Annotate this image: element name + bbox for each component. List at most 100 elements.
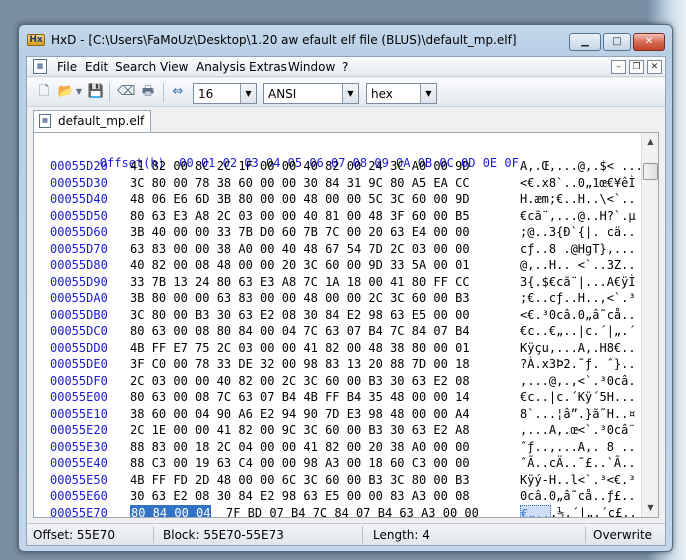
menu-search[interactable]: Search [115,60,156,74]
hex-row[interactable]: 00055E10 38 60 00 04 90 A6 E2 94 90 7D E3… [42,406,642,423]
open-folder-icon[interactable]: 📂 [57,83,75,101]
hex-row[interactable]: 00055E60 30 63 E2 08 30 84 E2 98 63 E5 00… [42,488,642,505]
row-ascii[interactable]: €c..|c.´Kÿ´5H... [520,389,636,405]
row-hex-bytes[interactable]: 3F C0 00 78 33 DE 32 00 98 83 13 20 88 7… [130,356,470,372]
row-ascii[interactable]: 3{.$€cã¨|...A€ÿÌ [520,274,636,290]
hex-row[interactable]: 00055D30 3C 80 00 78 38 60 00 00 30 84 31… [42,175,642,192]
save-icon[interactable]: 💾 [87,83,105,101]
row-hex-bytes[interactable]: 3B 40 00 00 33 7B D0 60 7B 7C 00 20 63 E… [130,224,470,240]
menu-help[interactable]: ? [342,60,348,74]
row-hex-bytes[interactable]: 38 60 00 04 90 A6 E2 94 90 7D E3 98 48 0… [130,406,470,422]
hex-row[interactable]: 00055DD0 4B FF E7 75 2C 03 00 00 41 82 00… [42,340,642,357]
row-ascii[interactable]: €cã¨,...@..H?`.µ [520,208,636,224]
close-button[interactable]: ✕ [633,33,665,51]
hex-row[interactable]: 00055E30 88 83 00 18 2C 04 00 00 41 82 00… [42,439,642,456]
chevron-down-icon[interactable]: ▼ [420,84,436,103]
row-hex-bytes[interactable]: 63 83 00 00 38 A0 00 40 48 67 54 7D 2C 0… [130,241,470,257]
bytes-per-row-combo[interactable]: 16 ▼ [193,83,257,104]
hex-row[interactable]: 00055E20 2C 1E 00 00 41 82 00 9C 3C 60 00… [42,422,642,439]
minimize-button[interactable]: ▁ [569,33,601,51]
charset-combo[interactable]: ANSI ▼ [263,83,359,104]
row-hex-bytes[interactable]: 33 7B 13 24 80 63 E3 A8 7C 1A 18 00 41 8… [130,274,470,290]
menu-analysis[interactable]: Analysis [196,60,245,74]
row-hex-bytes[interactable]: 88 C3 00 19 63 C4 00 00 98 A3 00 18 60 C… [130,455,470,471]
row-hex-bytes[interactable]: 2C 1E 00 00 41 82 00 9C 3C 60 00 B3 30 6… [130,422,470,438]
row-ascii[interactable]: Kÿçu,...A‚.H8€.. [520,340,636,356]
row-hex-bytes[interactable]: 3B 80 00 00 63 83 00 00 48 00 00 2C 3C 6… [130,290,470,306]
row-hex-bytes[interactable]: 30 63 E2 08 30 84 E2 98 63 E5 00 00 83 A… [130,488,470,504]
row-hex-bytes[interactable]: 41 82 00 8C 2C 1F 00 00 40 82 00 24 3C A… [130,158,470,174]
row-hex-bytes[interactable]: 80 63 00 08 80 84 00 04 7C 63 07 B4 7C 8… [130,323,470,339]
row-hex-bytes[interactable]: 88 83 00 18 2C 04 00 00 41 82 00 20 38 A… [130,439,470,455]
row-ascii[interactable]: ˆÃ..cÄ..˜£..`Ã.. [520,455,636,471]
row-ascii[interactable]: <€.³0câ.0„â˜cå.. [520,307,636,323]
hex-row[interactable]: 00055D50 80 63 E3 A8 2C 03 00 00 40 81 00… [42,208,642,225]
erase-icon[interactable]: ⌫ [117,83,135,101]
row-ascii[interactable]: €c..€„..|c.´|„.´ [520,323,636,339]
scroll-down-icon[interactable]: ▼ [643,500,658,516]
mdi-close-icon[interactable]: ✕ [647,60,662,74]
row-hex-bytes[interactable]: 2C 03 00 00 40 82 00 2C 3C 60 00 B3 30 6… [130,373,470,389]
row-ascii[interactable]: .½.´|„.´c£.. [550,505,637,518]
hex-row[interactable]: 00055D40 48 06 E6 6D 3B 80 00 00 48 00 00… [42,191,642,208]
vertical-scrollbar[interactable]: ▲ ▼ [641,133,658,517]
row-ascii[interactable]: 8`...¦â”.}ã˜H..¤ [520,406,636,422]
hex-row[interactable]: 00055D90 33 7B 13 24 80 63 E3 A8 7C 1A 18… [42,274,642,291]
hex-row[interactable]: 00055D20 41 82 00 8C 2C 1F 00 00 40 82 00… [42,158,643,175]
hex-row[interactable]: 00055D80 40 82 00 08 48 00 00 20 3C 60 00… [42,257,642,274]
row-hex-bytes[interactable]: 48 06 E6 6D 3B 80 00 00 48 00 00 5C 3C 6… [130,191,470,207]
chevron-down-icon[interactable]: ▼ [342,84,358,103]
row-hex-bytes[interactable]: 7F BD 07 B4 7C 84 07 B4 63 A3 00 00 [226,505,479,518]
row-ascii[interactable]: ;@..3{Ð`{|. cä.. [520,224,636,240]
menu-file[interactable]: File [57,60,77,74]
hex-row[interactable]: 00055DA0 3B 80 00 00 63 83 00 00 48 00 00… [42,290,642,307]
menu-window[interactable]: Window [288,60,335,74]
chevron-down-icon[interactable]: ▼ [240,84,256,103]
row-ascii[interactable]: cƒ..8 .@HgT},... [520,241,636,257]
row-ascii[interactable]: 0câ.0„â˜cå..ƒ£.. [520,488,636,504]
row-ascii[interactable]: ;€..cƒ..H..,<`.³ [520,290,636,306]
print-icon[interactable]: 🖶 [139,83,157,101]
selected-ascii-chars[interactable]: €„.. [520,504,551,517]
hex-row[interactable]: 00055DB0 3C 80 00 B3 30 63 E2 08 30 84 E2… [42,307,642,324]
hex-editor-view[interactable]: Offset(h) 00 01 02 03 04 05 06 07 08 09 … [33,132,659,518]
hex-row[interactable]: 00055D70 63 83 00 00 38 A0 00 40 48 67 54… [42,241,642,258]
row-ascii[interactable]: ˆƒ..,...A‚. 8 .. [520,439,636,455]
open-dropdown-icon[interactable]: ▼ [74,83,84,101]
scrollbar-thumb[interactable] [643,163,658,180]
maximize-button[interactable]: □ [603,33,631,51]
hex-row[interactable]: 00055E50 4B FF FD 2D 48 00 00 6C 3C 60 00… [42,472,642,489]
hex-row[interactable]: 00055E40 88 C3 00 19 63 C4 00 00 98 A3 00… [42,455,642,472]
row-hex-bytes[interactable]: 4B FF E7 75 2C 03 00 00 41 82 00 48 38 8… [130,340,470,356]
row-hex-bytes[interactable]: 80 63 E3 A8 2C 03 00 00 40 81 00 48 3F 6… [130,208,470,224]
row-ascii[interactable]: ?À.x3Þ2.˜ƒ. ˆ}.. [520,356,636,372]
new-file-icon[interactable]: 🗋 [35,83,53,101]
row-ascii[interactable]: H.æm;€..H..\<`.. [520,191,636,207]
row-hex-bytes[interactable]: 40 82 00 08 48 00 00 20 3C 60 00 9D 33 5… [130,257,470,273]
row-ascii[interactable]: <€.x8`..0„1œ€¥êÌ [520,175,636,191]
hex-row[interactable]: 00055DF0 2C 03 00 00 40 82 00 2C 3C 60 00… [42,373,642,390]
hex-row[interactable]: 00055DC0 80 63 00 08 80 84 00 04 7C 63 07… [42,323,642,340]
row-ascii[interactable]: Kÿý-H..l<`.³<€.³ [520,472,636,488]
selected-hex-bytes[interactable]: 80 84 00 04 [130,504,212,517]
offset-base-combo[interactable]: hex ▼ [366,83,437,104]
hex-row[interactable]: 00055D60 3B 40 00 00 33 7B D0 60 7B 7C 00… [42,224,642,241]
scroll-up-icon[interactable]: ▲ [643,134,658,150]
row-hex-bytes[interactable]: 4B FF FD 2D 48 00 00 6C 3C 60 00 B3 3C 8… [130,472,470,488]
row-hex-bytes[interactable]: 3C 80 00 B3 30 63 E2 08 30 84 E2 98 63 E… [130,307,470,323]
document-icon[interactable]: ▦ [33,59,47,74]
row-ascii[interactable]: ,...@,.,<`.³0câ. [520,373,636,389]
tab-default-mp-elf[interactable]: ▦ default_mp.elf [33,110,151,132]
row-ascii[interactable]: A,.Œ,...@,.$< ... [520,158,643,174]
menu-view[interactable]: View [160,60,188,74]
row-hex-bytes[interactable]: 80 63 00 08 7C 63 07 B4 4B FF B4 35 48 0… [130,389,470,405]
hex-row[interactable]: 00055E00 80 63 00 08 7C 63 07 B4 4B FF B4… [42,389,642,406]
status-mode[interactable]: Overwrite [593,528,652,542]
title-bar[interactable]: Hx HxD - [C:\Users\FaMoUz\Desktop\1.20 a… [19,25,672,55]
hex-row[interactable]: 00055E70 80 84 00 04 7F BD 07 B4 7C 84 07 … [42,504,642,518]
menu-extras[interactable]: Extras [249,60,287,74]
row-hex-bytes[interactable]: 3C 80 00 78 38 60 00 00 30 84 31 9C 80 A… [130,175,470,191]
mdi-restore-icon[interactable]: ❐ [629,60,644,74]
menu-edit[interactable]: Edit [85,60,108,74]
mdi-minimize-icon[interactable]: – [611,60,626,74]
